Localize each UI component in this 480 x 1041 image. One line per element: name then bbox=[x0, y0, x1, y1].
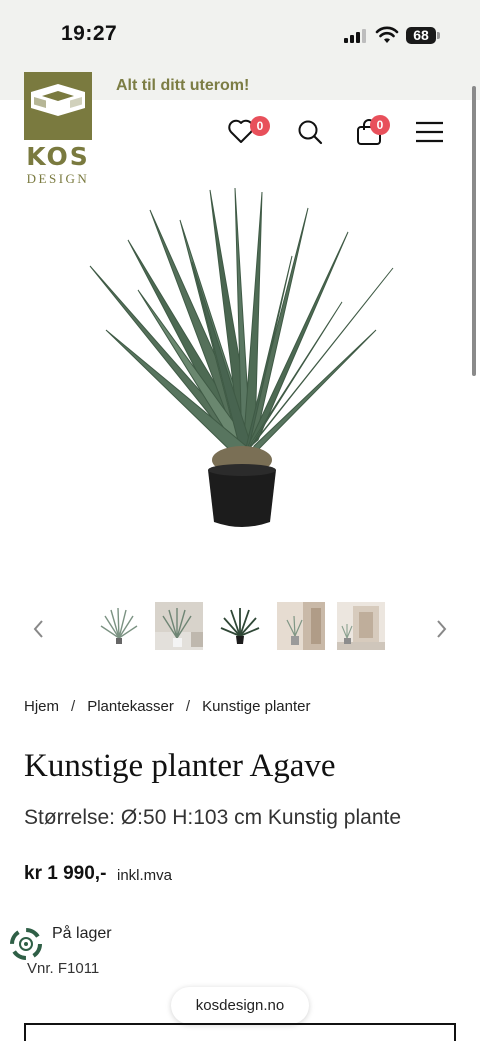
chevron-right-icon bbox=[437, 620, 447, 638]
gallery-thumb-5[interactable] bbox=[337, 602, 385, 650]
cart-count-badge: 0 bbox=[370, 115, 390, 135]
wishlist-count-badge: 0 bbox=[250, 116, 270, 136]
product-sku: Vnr. F1011 bbox=[27, 960, 100, 977]
announcement-text: Alt til ditt uterom! bbox=[116, 77, 250, 94]
breadcrumb-current[interactable]: Kunstige planter bbox=[202, 698, 310, 715]
menu-button[interactable] bbox=[415, 121, 444, 143]
status-time: 19:27 bbox=[61, 22, 118, 45]
logo-wordmark: KOS bbox=[26, 142, 90, 171]
breadcrumb-separator: / bbox=[185, 698, 191, 715]
agave-thumb-icon bbox=[100, 607, 138, 644]
gallery-prev-button[interactable] bbox=[24, 614, 54, 644]
product-title: Kunstige planter Agave bbox=[24, 748, 336, 784]
search-button[interactable] bbox=[297, 119, 323, 145]
option-box[interactable] bbox=[24, 1023, 456, 1041]
breadcrumb-separator: / bbox=[71, 698, 76, 715]
agave-thumb-icon bbox=[337, 606, 385, 650]
gallery-thumb-2[interactable] bbox=[155, 602, 203, 650]
scrollbar[interactable] bbox=[472, 86, 476, 376]
product-main-image[interactable] bbox=[80, 180, 400, 540]
price-vat-note: inkl.mva bbox=[117, 867, 173, 884]
battery-indicator: 68 bbox=[406, 27, 436, 44]
menu-icon bbox=[416, 121, 443, 143]
stock-status: På lager bbox=[52, 925, 112, 942]
breadcrumb-home[interactable]: Hjem bbox=[24, 698, 59, 715]
gallery-thumb-1[interactable] bbox=[95, 602, 143, 650]
chevron-left-icon bbox=[33, 620, 43, 638]
signal-icon bbox=[344, 29, 368, 43]
site-logo[interactable]: KOS DESIGN bbox=[24, 72, 92, 186]
browser-url-bar[interactable]: kosdesign.no bbox=[171, 987, 309, 1024]
gallery-thumb-3[interactable] bbox=[216, 602, 264, 650]
agave-plant-illustration bbox=[89, 187, 394, 527]
battery-tip bbox=[437, 32, 440, 39]
product-price: kr 1 990,- bbox=[24, 863, 107, 884]
agave-thumb-icon bbox=[220, 608, 260, 644]
search-icon bbox=[298, 120, 323, 145]
status-bar: 19:27 68 bbox=[0, 0, 480, 72]
breadcrumb: Hjem / Plantekasser / Kunstige planter bbox=[24, 698, 310, 715]
agave-thumb-icon bbox=[286, 602, 325, 650]
product-subtitle: Størrelse: Ø:50 H:103 cm Kunstig plante bbox=[24, 806, 402, 829]
gallery-thumb-4[interactable] bbox=[277, 602, 325, 650]
loading-spinner-icon bbox=[8, 926, 44, 962]
breadcrumb-plantekasser[interactable]: Plantekasser bbox=[87, 698, 174, 715]
wifi-icon bbox=[375, 26, 399, 44]
gallery-next-button[interactable] bbox=[426, 614, 456, 644]
agave-thumb-icon bbox=[155, 602, 203, 647]
logo-mark bbox=[24, 72, 92, 140]
